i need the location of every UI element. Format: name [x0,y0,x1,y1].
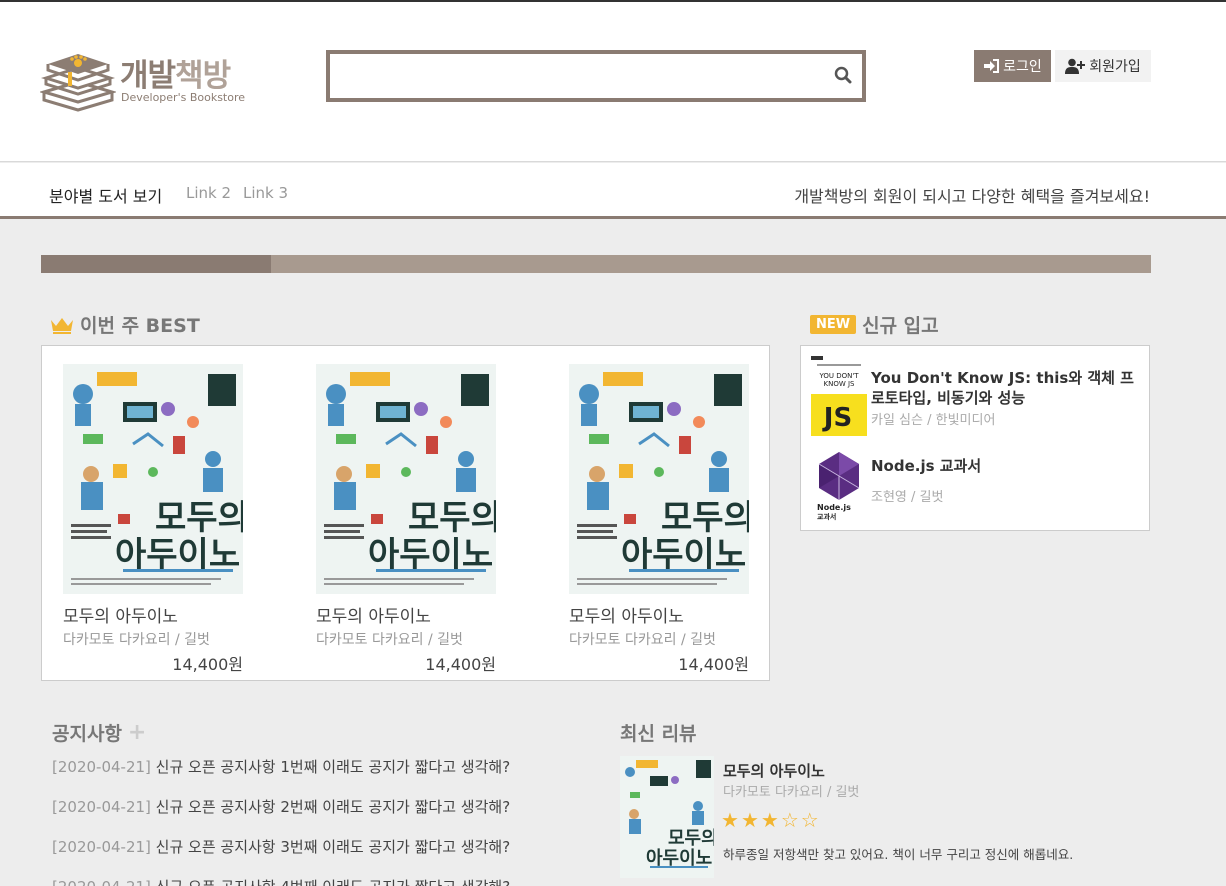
book-title[interactable]: 모두의 아두이노 [63,602,243,627]
svg-text:모두의: 모두의 [155,498,243,538]
svg-text:모두의: 모두의 [668,828,714,849]
book-cover-image[interactable]: 모두의 아두이노 [316,364,502,594]
search-bar [326,50,866,102]
banner-active-indicator[interactable] [41,255,271,273]
login-label: 로그인 [1003,59,1042,75]
star-empty-icon: ☆ [800,808,821,832]
logo-title-dark: 개발 [120,58,176,94]
svg-text:YOU DON'T: YOU DON'T [818,372,859,380]
new-book-item[interactable]: YOU DON'T KNOW JS JS You Don't Know JS: … [811,356,1141,436]
book-author: 다카모토 다카요리 / 길벗 [569,632,716,648]
star-empty-icon: ☆ [780,808,801,832]
site-logo[interactable]: 개발책방 Developer's Bookstore [40,48,250,114]
star-filled-icon: ★ [721,808,741,832]
best-book-card[interactable]: 모두의 아두이노 모두의 아두이노 다카모토 다카요리 / 길벗 14,400원 [316,364,502,675]
book-title[interactable]: 모두의 아두이노 [569,602,749,627]
notice-item[interactable]: [2020-04-21] 신규 오픈 공지사항 4번째 이래도 공지가 짧다고 … [52,876,572,886]
new-book-item[interactable]: Node.js 교과서 Node.js 교과서 조현영 / 길벗 [811,444,1141,524]
nav-category-link[interactable]: 분야별 도서 보기 [49,183,162,207]
review-book-title[interactable]: 모두의 아두이노 [723,760,825,781]
book-price: 14,400원 [425,655,496,674]
books-logo-icon [40,54,116,112]
new-book-title[interactable]: You Don't Know JS: this와 객체 프로토타입, 비동기와 … [871,368,1143,408]
svg-text:모두의: 모두의 [661,498,749,538]
notice-item[interactable]: [2020-04-21] 신규 오픈 공지사항 2번째 이래도 공지가 짧다고 … [52,796,572,836]
book-author: 다카모토 다카요리 / 길벗 [316,632,463,648]
star-rating: ★★★☆☆ [721,808,821,832]
user-plus-icon [1065,58,1086,74]
notice-text[interactable]: 신규 오픈 공지사항 1번째 이래도 공지가 짧다고 생각해? [156,758,510,776]
notice-text[interactable]: 신규 오픈 공지사항 3번째 이래도 공지가 짧다고 생각해? [156,838,510,856]
logo-title: 개발책방 [120,50,231,95]
new-title-text: 신규 입고 [862,315,939,337]
nav-link-3[interactable]: Link 3 [243,184,288,202]
best-book-card[interactable]: 모두의 아두이노 모두의 아두이노 다카모토 다카요리 / 길벗 14,400원 [63,364,249,675]
book-price: 14,400원 [172,655,243,674]
new-books-panel: YOU DON'T KNOW JS JS You Don't Know JS: … [800,345,1150,531]
notice-section-title: 공지사항 + [52,719,146,746]
best-book-card[interactable]: 모두의 아두이노 모두의 아두이노 다카모토 다카요리 / 길벗 14,400원 [569,364,755,675]
review-title-text: 최신 리뷰 [620,723,697,745]
book-author: 다카모토 다카요리 / 길벗 [63,632,210,648]
book-title[interactable]: 모두의 아두이노 [316,602,496,627]
star-filled-icon: ★ [740,808,761,832]
search-input[interactable] [330,54,820,98]
svg-text:교과서: 교과서 [817,512,836,521]
book-cover-image[interactable]: Node.js 교과서 [811,444,867,524]
notice-text[interactable]: 신규 오픈 공지사항 4번째 이래도 공지가 짧다고 생각해? [156,878,510,886]
svg-text:KNOW JS: KNOW JS [824,380,856,388]
book-price: 14,400원 [678,655,749,674]
crown-icon [51,317,73,334]
book-cover-image[interactable]: 모두의 아두이노 [620,756,714,878]
notice-item[interactable]: [2020-04-21] 신규 오픈 공지사항 1번째 이래도 공지가 짧다고 … [52,756,572,796]
logo-subtitle: Developer's Bookstore [121,91,246,104]
book-cover-image[interactable]: 모두의 아두이노 [569,364,755,594]
banner-carousel[interactable] [41,255,1151,273]
new-section-title: NEW 신규 입고 [810,311,939,338]
new-book-author: 카일 심슨 / 한빛미디어 [871,413,996,428]
join-button[interactable]: 회원가입 [1055,50,1151,82]
nav-member-message: 개발책방의 회원이 되시고 다양한 혜택을 즐겨보세요! [794,187,1150,206]
svg-text:JS: JS [822,403,852,433]
best-books-panel: 모두의 아두이노 모두의 아두이노 다카모토 다카요리 / 길벗 14,400원… [41,345,770,681]
notice-item[interactable]: [2020-04-21] 신규 오픈 공지사항 3번째 이래도 공지가 짧다고 … [52,836,572,876]
notice-date: [2020-04-21] [52,838,151,856]
notice-date: [2020-04-21] [52,798,151,816]
notice-date: [2020-04-21] [52,758,151,776]
new-badge: NEW [810,315,857,334]
notice-title-text: 공지사항 [52,723,122,745]
notice-list: [2020-04-21] 신규 오픈 공지사항 1번째 이래도 공지가 짧다고 … [52,756,572,886]
review-item[interactable]: 모두의 아두이노 모두의 아두이노 다카모토 다카요리 / 길벗 ★★★☆☆ 하… [620,756,1150,886]
svg-text:아두이노: 아두이노 [646,848,712,869]
star-filled-icon: ★ [760,808,781,832]
review-book-author: 다카모토 다카요리 / 길벗 [723,785,860,800]
svg-text:모두의: 모두의 [408,498,496,538]
svg-text:Node.js: Node.js [817,503,851,512]
notice-text[interactable]: 신규 오픈 공지사항 2번째 이래도 공지가 짧다고 생각해? [156,798,510,816]
new-book-author: 조현영 / 길벗 [871,490,944,505]
notice-date: [2020-04-21] [52,878,151,886]
new-book-title[interactable]: Node.js 교과서 [871,456,1143,476]
review-section-title: 최신 리뷰 [620,719,697,746]
plus-icon[interactable]: + [128,720,146,745]
review-text: 하루종일 저항색만 찾고 있어요. 책이 너무 구리고 정신에 해롭네요. [723,847,1074,862]
login-button[interactable]: 로그인 [974,50,1051,82]
sign-in-icon [984,59,1000,73]
site-header: 개발책방 Developer's Bookstore 로그인 회원가입 [0,2,1226,162]
main-nav: 분야별 도서 보기 Link 2 Link 3 개발책방의 회원이 되시고 다양… [0,163,1226,219]
book-cover-image[interactable]: YOU DON'T KNOW JS JS [811,356,867,436]
logo-title-light: 책방 [175,58,231,94]
search-icon[interactable] [834,66,852,88]
join-label: 회원가입 [1089,59,1141,75]
best-section-title: 이번 주 BEST [50,311,200,338]
best-title-text: 이번 주 BEST [80,315,200,337]
book-cover-image[interactable]: 모두의 아두이노 [63,364,249,594]
nav-link-2[interactable]: Link 2 [186,184,231,202]
